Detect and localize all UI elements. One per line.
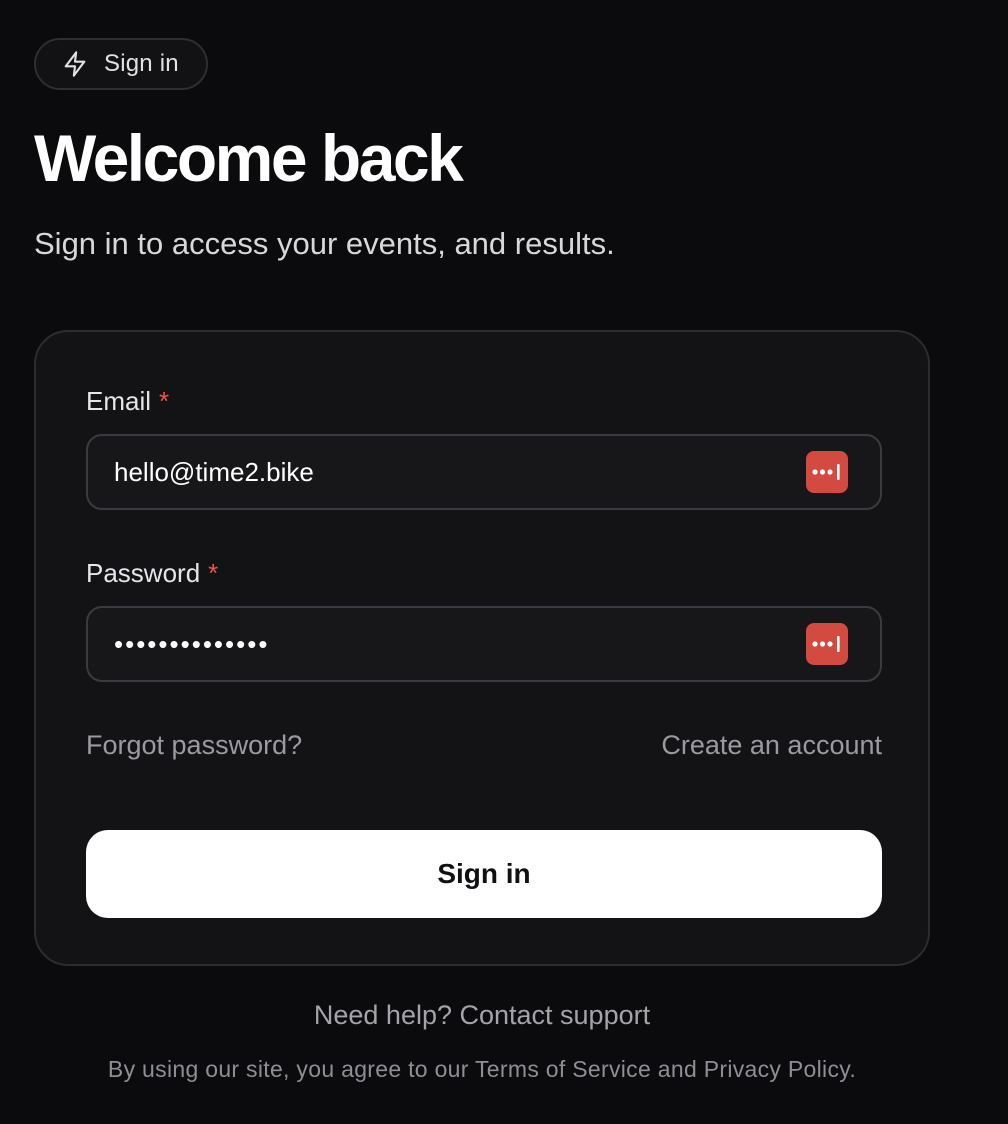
email-label-text: Email	[86, 386, 152, 416]
badge-label: Sign in	[104, 50, 179, 77]
forgot-password-link[interactable]: Forgot password?	[86, 728, 302, 762]
legal-text: By using our site, you agree to our Term…	[107, 1056, 857, 1082]
email-field[interactable]: hello@time2.bike	[86, 434, 882, 510]
page-subtitle: Sign in to access your events, and resul…	[34, 226, 615, 261]
sign-in-badge: Sign in	[34, 38, 208, 90]
sign-in-card: Email * hello@time2.bike Password * ••••••…	[34, 330, 930, 966]
password-label-text: Password	[86, 558, 201, 588]
page-title: Welcome back	[34, 121, 464, 195]
password-label: Password *	[86, 556, 218, 590]
password-manager-icon[interactable]	[806, 451, 848, 493]
sign-in-page: Sign in Welcome back Sign in to access y…	[0, 0, 1008, 1124]
sign-in-button[interactable]: Sign in	[86, 830, 882, 918]
create-account-link[interactable]: Create an account	[661, 728, 882, 762]
password-value: ••••••••••••••	[114, 628, 270, 659]
email-label: Email *	[86, 384, 169, 418]
password-field[interactable]: ••••••••••••••	[86, 606, 882, 682]
auth-links: Forgot password? Create an account	[86, 728, 882, 762]
password-manager-icon[interactable]	[806, 623, 848, 665]
required-marker: *	[208, 558, 219, 588]
required-marker: *	[159, 386, 170, 416]
help-link[interactable]: Need help? Contact support	[0, 1000, 964, 1031]
lightning-icon	[60, 49, 90, 79]
email-value: hello@time2.bike	[114, 456, 314, 487]
